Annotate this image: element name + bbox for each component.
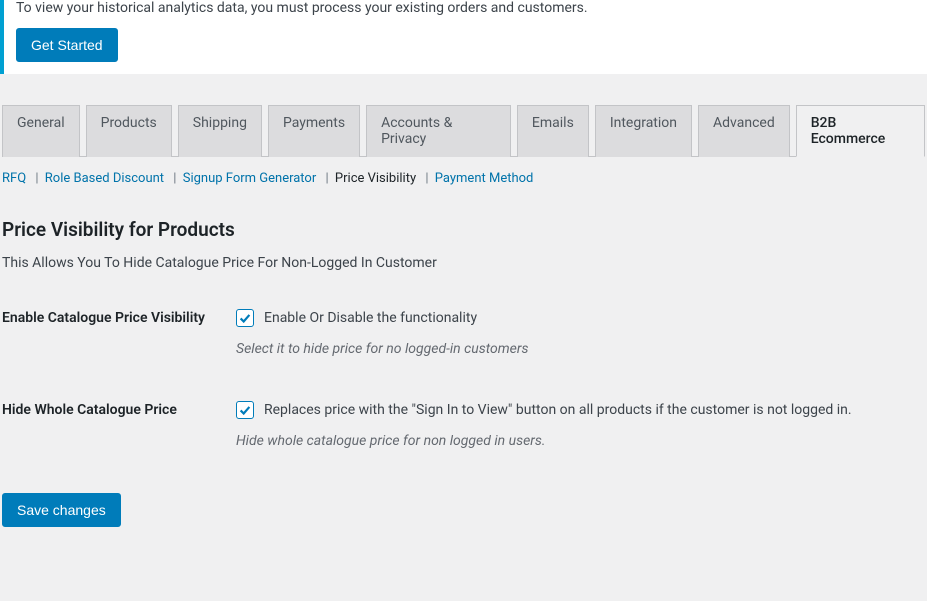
subtab-price-visibility[interactable]: Price Visibility	[335, 171, 416, 186]
tab-advanced[interactable]: Advanced	[698, 105, 790, 157]
tab-products[interactable]: Products	[86, 105, 172, 157]
field-enable-price-visibility: Enable Catalogue Price Visibility Enable…	[2, 309, 925, 357]
separator: |	[419, 171, 431, 186]
separator: |	[29, 171, 41, 186]
page-title: Price Visibility for Products	[2, 218, 925, 241]
notice-text: To view your historical analytics data, …	[16, 0, 915, 28]
hide-whole-checkbox[interactable]	[236, 401, 254, 419]
field-label: Hide Whole Catalogue Price	[2, 401, 236, 421]
separator: |	[167, 171, 179, 186]
field-hide-whole-price: Hide Whole Catalogue Price Replaces pric…	[2, 401, 925, 449]
check-icon	[238, 311, 252, 325]
field-label: Enable Catalogue Price Visibility	[2, 309, 236, 329]
analytics-notice: To view your historical analytics data, …	[0, 0, 927, 74]
checkbox-row: Enable Or Disable the functionality	[236, 309, 925, 327]
subtab-payment-method[interactable]: Payment Method	[435, 171, 534, 186]
separator: |	[320, 171, 332, 186]
enable-visibility-checkbox[interactable]	[236, 309, 254, 327]
check-icon	[238, 403, 252, 417]
checkbox-label: Enable Or Disable the functionality	[264, 310, 477, 326]
subtab-rfq[interactable]: RFQ	[2, 171, 26, 186]
tab-b2b-ecommerce[interactable]: B2B Ecommerce	[796, 105, 925, 157]
tab-integration[interactable]: Integration	[595, 105, 692, 157]
tab-general[interactable]: General	[2, 105, 80, 157]
subtab-role-based-discount[interactable]: Role Based Discount	[45, 171, 164, 186]
save-changes-button[interactable]: Save changes	[2, 493, 121, 527]
tab-emails[interactable]: Emails	[517, 105, 589, 157]
save-row: Save changes	[2, 493, 925, 527]
subtabs: RFQ | Role Based Discount | Signup Form …	[2, 157, 925, 200]
checkbox-row: Replaces price with the "Sign In to View…	[236, 401, 925, 419]
tab-accounts-privacy[interactable]: Accounts & Privacy	[366, 105, 511, 157]
page-description: This Allows You To Hide Catalogue Price …	[2, 255, 925, 271]
field-control: Enable Or Disable the functionality Sele…	[236, 309, 925, 357]
help-text: Select it to hide price for no logged-in…	[236, 341, 925, 357]
help-text: Hide whole catalogue price for non logge…	[236, 433, 925, 449]
settings-tabs: General Products Shipping Payments Accou…	[2, 104, 925, 157]
tab-shipping[interactable]: Shipping	[178, 105, 262, 157]
subtab-signup-form-generator[interactable]: Signup Form Generator	[183, 171, 317, 186]
tab-payments[interactable]: Payments	[268, 105, 360, 157]
field-control: Replaces price with the "Sign In to View…	[236, 401, 925, 449]
get-started-button[interactable]: Get Started	[16, 28, 118, 62]
checkbox-label: Replaces price with the "Sign In to View…	[264, 402, 852, 418]
